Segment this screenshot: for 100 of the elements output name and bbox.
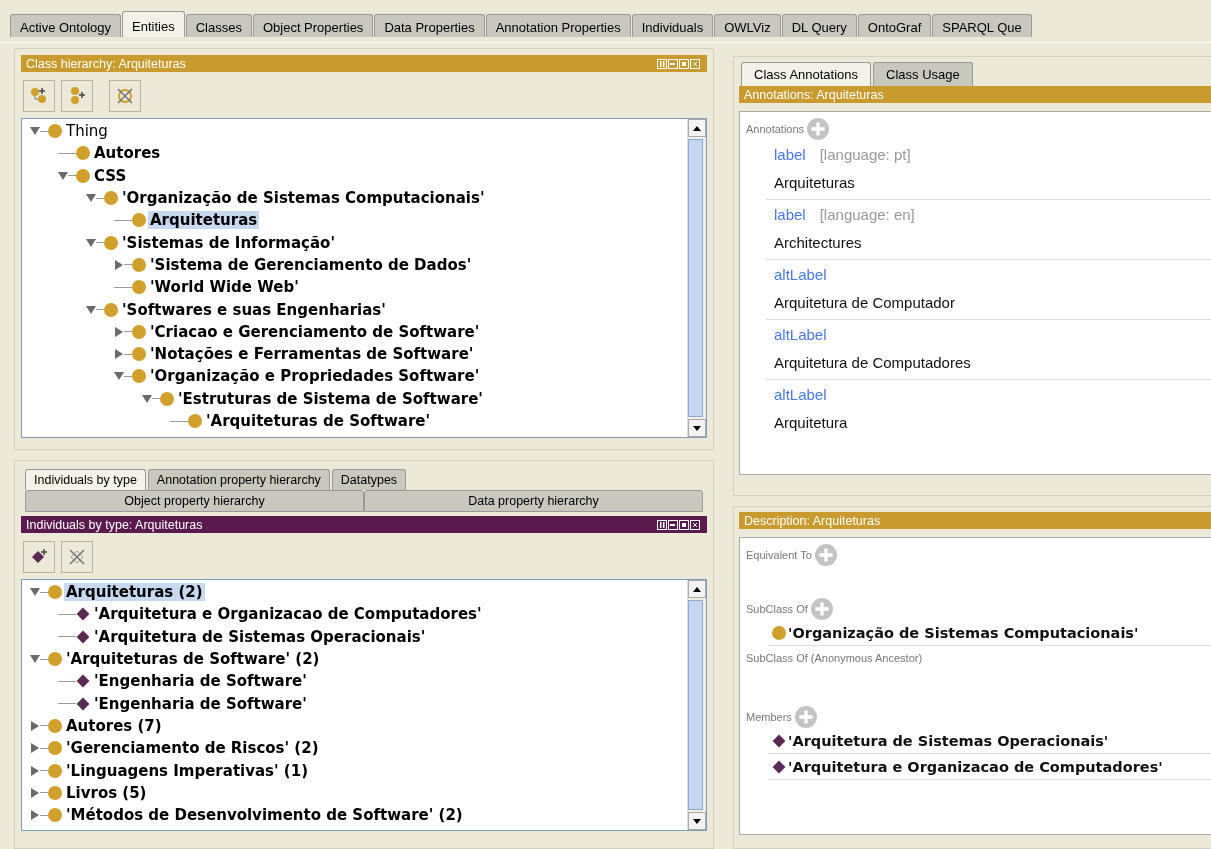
panel-controls-icon[interactable]	[656, 519, 702, 530]
tree-node[interactable]: 'Criacao e Gerenciamento de Software'	[148, 322, 482, 341]
dot-icon	[48, 763, 62, 778]
tree-node[interactable]: CSS	[92, 166, 129, 185]
annotation-property[interactable]: label	[774, 206, 806, 223]
tree-node[interactable]: Thing	[64, 122, 110, 141]
tree-node[interactable]: 'Organização e Propriedades Software'	[148, 367, 482, 386]
expanded-arrow-icon[interactable]	[58, 170, 68, 181]
tree-node[interactable]: 'Sistema de Gerenciamento de Dados'	[148, 255, 474, 274]
dot-icon	[160, 391, 174, 406]
scrollbar[interactable]	[687, 119, 706, 437]
tab[interactable]: Object Properties	[252, 14, 374, 37]
dot-icon	[104, 235, 118, 250]
tab[interactable]: Data Properties	[374, 14, 485, 37]
scroll-up-icon[interactable]	[693, 586, 701, 592]
tab[interactable]: OntoGraf	[857, 14, 932, 37]
dot-icon	[76, 168, 90, 183]
tree-node[interactable]: 'World Wide Web'	[148, 278, 301, 297]
annotation-property[interactable]: label	[774, 146, 806, 163]
tab[interactable]: Individuals	[631, 14, 714, 37]
scroll-down-icon[interactable]	[693, 425, 701, 431]
entity-name[interactable]: 'Organização de Sistemas Computacionais'	[788, 625, 1139, 641]
tab[interactable]: Annotation Properties	[485, 14, 631, 37]
dot-icon	[132, 324, 146, 339]
tree-node[interactable]: 'Arquiteturas de Software'	[204, 412, 433, 430]
expanded-arrow-icon[interactable]	[114, 371, 124, 382]
annotation-property[interactable]: altLabel	[774, 266, 827, 283]
expanded-arrow-icon[interactable]	[86, 304, 96, 315]
panel-title: Class hierarchy: Arquiteturas	[26, 56, 186, 71]
tree-node[interactable]: 'Engenharia de Software'	[92, 672, 309, 691]
tab[interactable]: Data property hierarchy	[364, 490, 703, 512]
tree-node[interactable]: 'Estruturas de Sistema de Software'	[176, 389, 485, 408]
tree-node[interactable]: Arquiteturas (2)	[64, 583, 205, 602]
tree-node[interactable]: 'Gerenciamento de Riscos' (2)	[64, 739, 321, 758]
collapsed-arrow-icon[interactable]	[114, 349, 124, 360]
panel-title: Annotations: Arquiteturas	[744, 87, 884, 102]
tab[interactable]: Datatypes	[331, 469, 407, 490]
tree-node[interactable]: Autores (7)	[64, 716, 164, 735]
tab[interactable]: Individuals by type	[25, 469, 146, 490]
add-subclass-icon	[29, 86, 49, 106]
entity-name[interactable]: 'Arquitetura e Organizacao de Computadores'	[788, 759, 1163, 775]
tree-node[interactable]: 'Softwares e suas Engenharias'	[120, 300, 388, 319]
tree-node[interactable]: Arquiteturas	[148, 211, 260, 230]
tree-node[interactable]: 'Organização de Sistemas Computacionais'	[120, 189, 487, 208]
tab[interactable]: Classes	[185, 14, 252, 37]
section-label: SubClass Of (Anonymous Ancestor)	[746, 652, 923, 664]
tab[interactable]: Class Annotations	[741, 62, 872, 86]
tab[interactable]: Active Ontology	[10, 14, 122, 37]
tree-node[interactable]: 'Sistemas de Informação'	[120, 233, 337, 252]
expanded-arrow-icon[interactable]	[30, 654, 40, 665]
collapsed-arrow-icon[interactable]	[30, 720, 40, 731]
scrollbar[interactable]	[687, 580, 706, 830]
delete-button[interactable]	[109, 80, 141, 112]
delete-button[interactable]	[61, 541, 93, 573]
expanded-arrow-icon[interactable]	[86, 237, 96, 248]
annotation-value: Arquitetura	[774, 414, 849, 431]
expanded-arrow-icon[interactable]	[30, 587, 40, 598]
collapsed-arrow-icon[interactable]	[30, 743, 40, 754]
expanded-arrow-icon[interactable]	[86, 193, 96, 204]
collapsed-arrow-icon[interactable]	[30, 810, 40, 821]
annotation-property[interactable]: altLabel	[774, 326, 827, 343]
dot-icon	[48, 718, 62, 733]
tree-node[interactable]: 'Engenharia de Software'	[92, 694, 309, 713]
add-individual-button[interactable]	[23, 541, 55, 573]
entity-name[interactable]: 'Arquitetura de Sistemas Operacionais'	[788, 733, 1109, 749]
tab[interactable]: Class Usage	[873, 62, 973, 86]
collapsed-arrow-icon[interactable]	[114, 259, 124, 270]
tab[interactable]: SPARQL Que	[932, 14, 1032, 37]
tree-node[interactable]: 'Métodos de Desenvolvimento de Software' (2)	[64, 806, 465, 825]
diamond-icon	[772, 734, 786, 748]
annotation-property[interactable]: altLabel	[774, 386, 827, 403]
tree-node[interactable]: Autores	[92, 144, 163, 163]
tab[interactable]: Object property hierarchy	[25, 490, 364, 512]
dot-icon	[132, 347, 146, 362]
scroll-up-icon[interactable]	[693, 125, 701, 131]
expanded-arrow-icon[interactable]	[142, 393, 152, 404]
tree-node[interactable]: 'Arquitetura de Sistemas Operacionais'	[92, 627, 428, 646]
tree-node[interactable]: 'Notações e Ferramentas de Software'	[148, 345, 476, 364]
diamond-icon	[76, 629, 90, 644]
dot-icon	[104, 191, 118, 206]
dot-icon	[772, 626, 786, 640]
dot-icon	[48, 808, 62, 823]
tab[interactable]: Entities	[122, 11, 185, 37]
collapsed-arrow-icon[interactable]	[30, 765, 40, 776]
tab[interactable]: OWLViz	[714, 14, 781, 37]
section-label: Annotations	[746, 123, 805, 135]
tree-node[interactable]: 'Linguagens Imperativas' (1)	[64, 761, 310, 780]
tree-node[interactable]: 'Arquiteturas de Software' (2)	[64, 650, 322, 669]
section-label: Equivalent To	[746, 549, 812, 561]
tab[interactable]: DL Query	[781, 14, 857, 37]
tab[interactable]: Annotation property hierarchy	[147, 469, 330, 490]
tree-node[interactable]: Livros (5)	[64, 783, 149, 802]
collapsed-arrow-icon[interactable]	[114, 326, 124, 337]
annotation-value: Arquitetura de Computador	[774, 294, 956, 311]
delete-icon	[67, 547, 87, 567]
diamond-icon	[76, 607, 90, 622]
scroll-down-icon[interactable]	[693, 818, 701, 824]
collapsed-arrow-icon[interactable]	[30, 787, 40, 798]
tree-node[interactable]: 'Arquitetura e Organizacao de Computadores'	[92, 605, 484, 624]
expanded-arrow-icon[interactable]	[30, 126, 40, 137]
